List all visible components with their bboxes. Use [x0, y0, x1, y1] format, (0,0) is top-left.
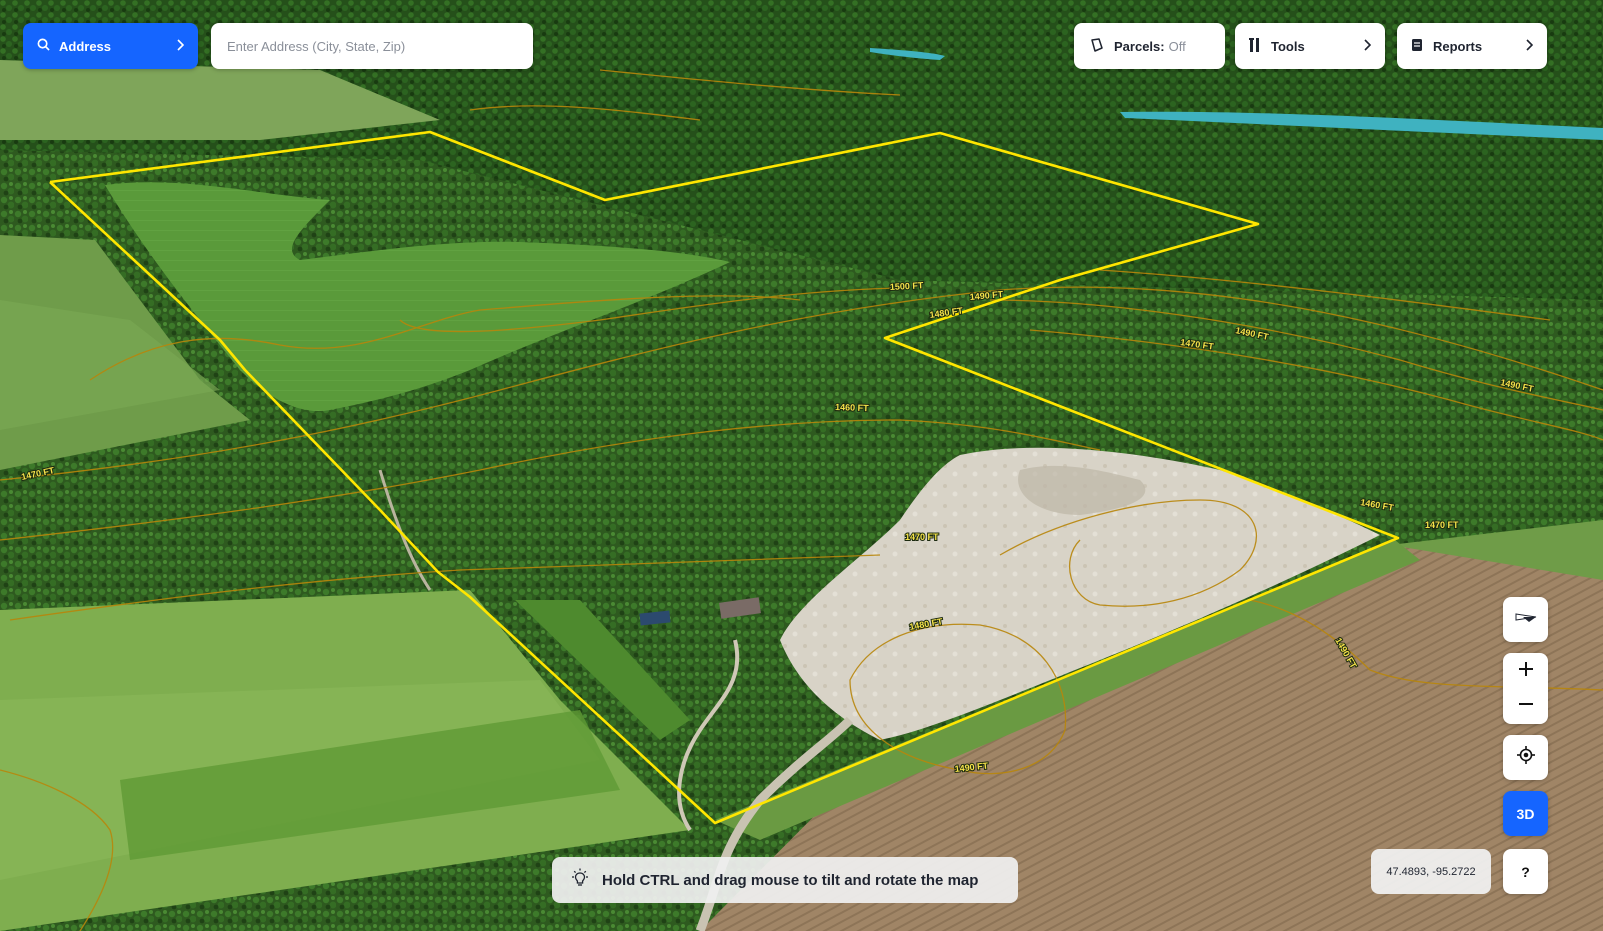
tilt-rotate-hint: Hold CTRL and drag mouse to tilt and rot… [552, 857, 1018, 903]
address-search-input[interactable] [227, 38, 517, 54]
report-document-icon [1411, 38, 1423, 55]
contour-elevation-label: 1470 FT [1425, 520, 1459, 530]
toggle-3d-button[interactable]: 3D [1503, 791, 1548, 836]
address-mode-label: Address [59, 38, 112, 54]
chevron-right-icon [1525, 38, 1534, 54]
parcels-label: Parcels: [1114, 38, 1165, 54]
zoom-out-button[interactable] [1503, 689, 1548, 724]
address-input-container [211, 23, 533, 69]
search-icon [37, 38, 50, 54]
tools-label: Tools [1271, 38, 1305, 54]
parcels-toggle-button[interactable]: Parcels: Off [1074, 23, 1225, 69]
satellite-map[interactable]: 1500 FT1490 FT1480 FT1470 FT1460 FT1490 … [0, 0, 1603, 931]
plus-icon [1517, 660, 1535, 683]
compass-icon [1515, 610, 1537, 629]
compass-reset-north-button[interactable] [1503, 597, 1548, 642]
contour-elevation-label: 1460 FT [835, 402, 869, 413]
coordinates-readout: 47.4893, -95.2722 [1371, 849, 1491, 894]
zoom-controls [1503, 653, 1548, 724]
contour-elevation-label: 1500 FT [890, 280, 924, 292]
chevron-right-icon [1363, 38, 1372, 54]
reports-label: Reports [1433, 38, 1483, 54]
address-search-mode-button[interactable]: Address [23, 23, 198, 69]
tools-icon [1249, 37, 1261, 56]
reports-button[interactable]: Reports [1397, 23, 1547, 69]
zoom-in-button[interactable] [1503, 654, 1548, 689]
crosshair-location-icon [1516, 746, 1535, 769]
locate-me-button[interactable] [1503, 735, 1548, 780]
chevron-right-icon [176, 38, 185, 54]
parcel-shape-icon [1090, 37, 1104, 55]
lightbulb-icon [570, 868, 590, 892]
help-button[interactable]: ? [1503, 849, 1548, 894]
tools-button[interactable]: Tools [1235, 23, 1385, 69]
minus-icon [1517, 695, 1535, 718]
hint-text: Hold CTRL and drag mouse to tilt and rot… [602, 871, 979, 889]
parcels-state: Off [1168, 38, 1186, 54]
contour-elevation-label: 1470 FT [905, 532, 939, 542]
